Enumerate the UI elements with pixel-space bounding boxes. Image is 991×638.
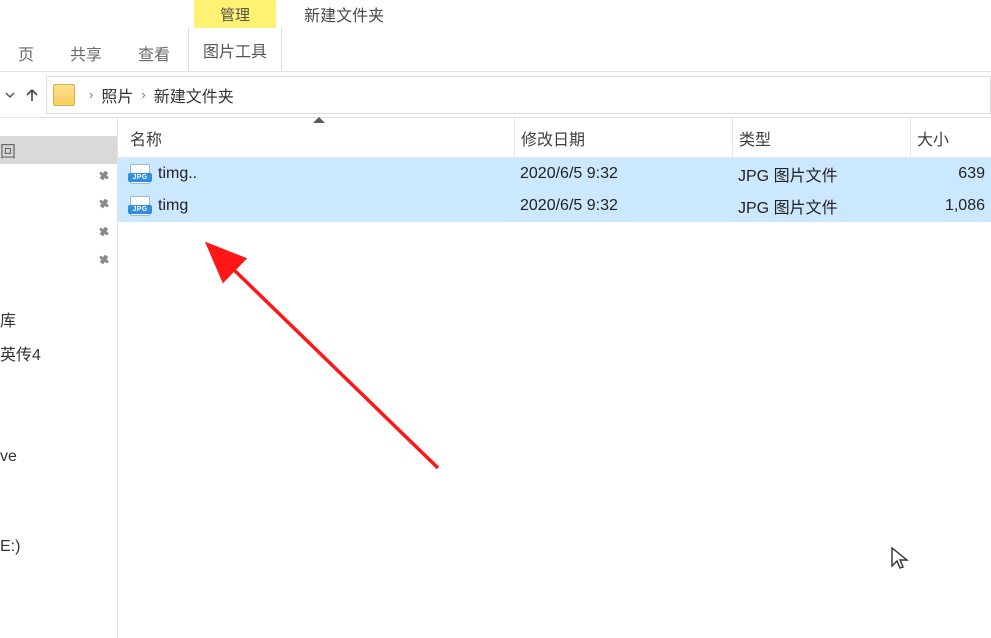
sidebar-item-label: 回	[0, 138, 16, 162]
sidebar-item-active[interactable]: 回	[0, 136, 117, 164]
column-header-label: 名称	[130, 126, 162, 150]
sidebar-item-pinned[interactable]	[0, 192, 117, 220]
column-header-label: 大小	[917, 126, 949, 150]
file-row[interactable]: JPG timg 2020/6/5 9:32 JPG 图片文件 1,086	[118, 190, 991, 222]
columns-header: 名称 修改日期 类型 大小	[118, 118, 991, 158]
column-header-type[interactable]: 类型	[732, 118, 910, 157]
content-area: 回 库 英传4 ve E:) 名称 修改日期 类型 大小	[0, 118, 991, 638]
file-size: 1,086	[910, 197, 991, 215]
sort-ascending-icon	[313, 117, 325, 123]
sidebar-item-pinned[interactable]	[0, 164, 117, 192]
column-header-label: 类型	[739, 126, 771, 150]
breadcrumb-item-current[interactable]: 新建文件夹	[154, 83, 234, 107]
nav-up-button[interactable]	[20, 76, 44, 114]
jpg-file-icon: JPG	[130, 196, 150, 216]
sidebar-item-folder[interactable]: 英传4	[0, 336, 117, 370]
chevron-right-icon[interactable]: ›	[89, 87, 93, 102]
pin-icon	[97, 255, 111, 269]
file-name: timg	[158, 197, 188, 215]
column-header-name[interactable]: 名称	[124, 118, 514, 157]
file-list-pane[interactable]: 名称 修改日期 类型 大小 JPG timg.. 2020/6/5 9:32 J…	[118, 118, 991, 638]
column-header-date[interactable]: 修改日期	[514, 118, 732, 157]
file-size: 639	[910, 165, 991, 183]
ribbon-tab-share[interactable]: 共享	[52, 28, 120, 71]
window-title: 新建文件夹	[282, 0, 406, 28]
sidebar-item-drive-e[interactable]: E:)	[0, 530, 117, 564]
address-bar: › 照片 › 新建文件夹	[0, 72, 991, 118]
sidebar-item-pinned[interactable]	[0, 248, 117, 276]
ribbon-tab-home-truncated[interactable]: 页	[0, 28, 52, 71]
jpg-file-icon: JPG	[130, 164, 150, 184]
file-date: 2020/6/5 9:32	[514, 165, 732, 183]
file-row[interactable]: JPG timg.. 2020/6/5 9:32 JPG 图片文件 639	[118, 158, 991, 190]
file-type: JPG 图片文件	[732, 162, 910, 186]
file-type: JPG 图片文件	[732, 194, 910, 218]
ribbon: 页 共享 查看 管理 图片工具 新建文件夹	[0, 0, 991, 72]
ribbon-tab-picture-tools[interactable]: 图片工具	[188, 28, 282, 71]
nav-dropdown-icon[interactable]	[0, 76, 20, 114]
ribbon-context-header: 管理	[194, 0, 276, 28]
file-date: 2020/6/5 9:32	[514, 197, 732, 215]
column-header-size[interactable]: 大小	[910, 118, 991, 157]
navigation-pane[interactable]: 回 库 英传4 ve E:)	[0, 118, 118, 638]
breadcrumb-item-photos[interactable]: 照片	[101, 83, 133, 107]
sidebar-item-drive[interactable]: ve	[0, 440, 117, 474]
sidebar-item-pinned[interactable]	[0, 220, 117, 248]
pin-icon	[97, 199, 111, 213]
ribbon-context-tab-group: 管理 图片工具	[188, 0, 282, 71]
folder-icon	[53, 84, 75, 106]
column-header-label: 修改日期	[521, 126, 585, 150]
pin-icon	[97, 171, 111, 185]
pin-icon	[97, 227, 111, 241]
ribbon-tab-view[interactable]: 查看	[120, 28, 188, 71]
chevron-right-icon[interactable]: ›	[141, 87, 145, 102]
file-name: timg..	[158, 165, 197, 183]
breadcrumb-bar[interactable]: › 照片 › 新建文件夹	[46, 76, 991, 114]
sidebar-item-library[interactable]: 库	[0, 302, 117, 336]
